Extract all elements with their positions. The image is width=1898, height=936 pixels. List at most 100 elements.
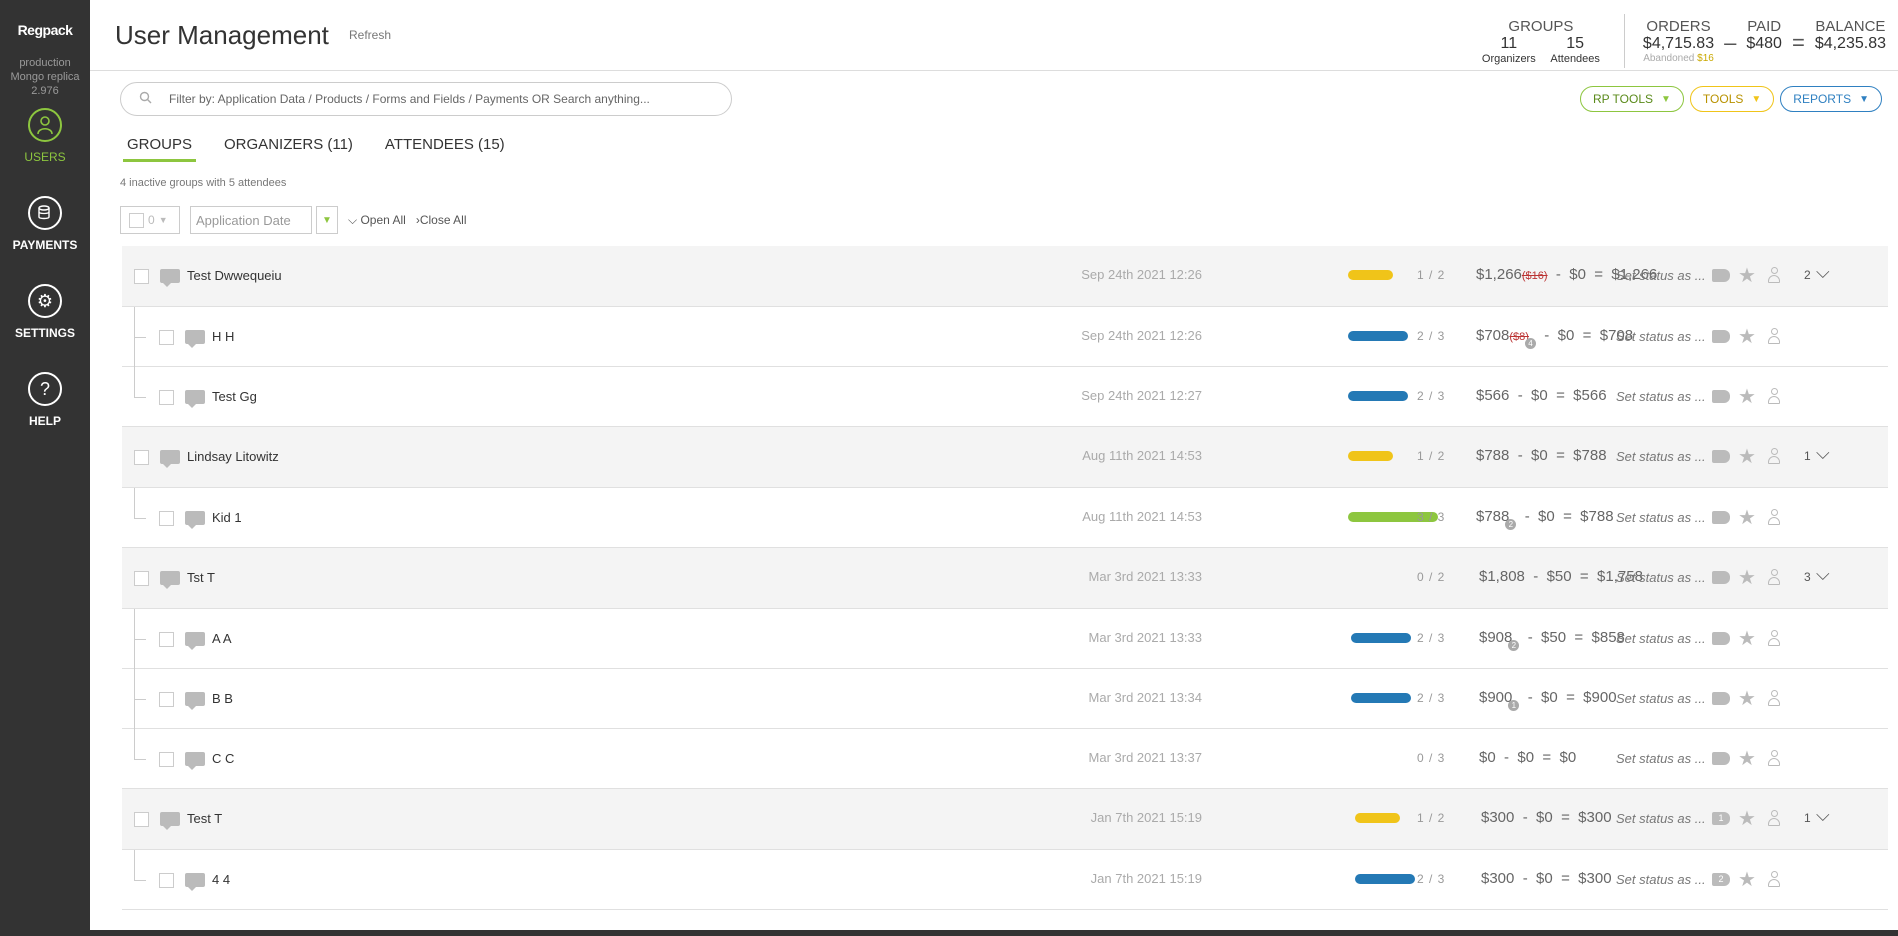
star-icon[interactable]: ★ (1738, 384, 1756, 409)
row-name[interactable]: B B (212, 691, 233, 706)
sidebar-item-payments[interactable]: PAYMENTS (0, 196, 90, 272)
chat-icon[interactable] (185, 692, 205, 710)
group-row[interactable]: Test T Jan 7th 2021 15:19 1 / 2 $300 - $0 =… (122, 789, 1888, 850)
sidebar-item-settings[interactable]: ⚙ SETTINGS (0, 284, 90, 360)
row-checkbox[interactable] (159, 752, 174, 767)
set-status-link[interactable]: Set status as ... (1616, 510, 1706, 525)
set-status-link[interactable]: Set status as ... (1616, 329, 1706, 344)
person-icon[interactable] (1768, 569, 1780, 585)
tab-organizers[interactable]: ORGANIZERS (11) (220, 136, 357, 162)
row-checkbox[interactable] (159, 632, 174, 647)
chat-icon[interactable] (185, 390, 205, 408)
person-icon[interactable] (1768, 750, 1780, 766)
row-checkbox[interactable] (159, 873, 174, 888)
chat-icon[interactable] (185, 511, 205, 529)
member-row[interactable]: C C Mar 3rd 2021 13:37 0 / 3 $0 - $0 = $0 Se… (122, 729, 1888, 789)
row-checkbox[interactable] (134, 812, 149, 827)
row-name[interactable]: Test Dwwequeiu (187, 268, 282, 283)
tag-icon[interactable] (1712, 450, 1730, 463)
row-name[interactable]: A A (212, 631, 232, 646)
person-icon[interactable] (1768, 509, 1780, 525)
star-icon[interactable]: ★ (1738, 746, 1756, 771)
member-row[interactable]: 4 4 Jan 7th 2021 15:19 2 / 3 $300 - $0 = $3… (122, 850, 1888, 910)
star-icon[interactable]: ★ (1738, 867, 1756, 892)
group-row[interactable]: Tst T Mar 3rd 2021 13:33 0 / 2 $1,808 - $50… (122, 548, 1888, 609)
tag-icon[interactable] (1712, 692, 1730, 705)
logo[interactable]: Regpack (0, 22, 90, 38)
chat-icon[interactable] (160, 571, 180, 589)
search-input[interactable] (169, 92, 689, 106)
tag-icon[interactable] (1712, 330, 1730, 343)
tag-icon[interactable] (1712, 752, 1730, 765)
chat-icon[interactable] (185, 632, 205, 650)
set-status-link[interactable]: Set status as ... (1616, 751, 1706, 766)
member-row[interactable]: H H Sep 24th 2021 12:26 2 / 3 $708($8)4 - $… (122, 307, 1888, 367)
sort-dropdown-button[interactable]: ▼ (316, 206, 338, 234)
chat-icon[interactable] (185, 873, 205, 891)
row-checkbox[interactable] (134, 571, 149, 586)
tab-groups[interactable]: GROUPS (123, 136, 197, 162)
chat-icon[interactable] (185, 752, 205, 770)
tag-icon[interactable]: 2 (1712, 873, 1730, 886)
set-status-link[interactable]: Set status as ... (1616, 449, 1706, 464)
bulk-select[interactable]: 0 ▼ (120, 206, 180, 234)
row-checkbox[interactable] (159, 692, 174, 707)
tag-icon[interactable] (1712, 571, 1730, 584)
chevron-down-icon[interactable]: ⌵ (1816, 805, 1830, 826)
person-icon[interactable] (1768, 630, 1780, 646)
set-status-link[interactable]: Set status as ... (1616, 691, 1706, 706)
row-checkbox[interactable] (159, 511, 174, 526)
row-name[interactable]: Lindsay Litowitz (187, 449, 279, 464)
member-row[interactable]: Kid 1 Aug 11th 2021 14:53 3 / 3 $7882 - $0 … (122, 488, 1888, 548)
chat-icon[interactable] (185, 330, 205, 348)
star-icon[interactable]: ★ (1738, 324, 1756, 349)
tag-icon[interactable] (1712, 269, 1730, 282)
row-name[interactable]: Kid 1 (212, 510, 242, 525)
row-name[interactable]: 4 4 (212, 872, 230, 887)
close-all-button[interactable]: ›Close All (416, 213, 467, 227)
refresh-link[interactable]: Refresh (349, 28, 391, 42)
tag-icon[interactable] (1712, 632, 1730, 645)
star-icon[interactable]: ★ (1738, 686, 1756, 711)
select-all-checkbox[interactable] (129, 212, 144, 228)
star-icon[interactable]: ★ (1738, 806, 1756, 831)
person-icon[interactable] (1768, 690, 1780, 706)
row-name[interactable]: H H (212, 329, 234, 344)
row-name[interactable]: Test T (187, 811, 222, 826)
chat-icon[interactable] (160, 450, 180, 468)
reports-button[interactable]: REPORTS ▼ (1780, 86, 1882, 112)
chevron-down-icon[interactable]: ⌵ (1816, 564, 1830, 585)
person-icon[interactable] (1768, 448, 1780, 464)
group-row[interactable]: Lindsay Litowitz Aug 11th 2021 14:53 1 / 2… (122, 427, 1888, 488)
set-status-link[interactable]: Set status as ... (1616, 872, 1706, 887)
person-icon[interactable] (1768, 871, 1780, 887)
open-all-button[interactable]: ⌵ Open All (348, 213, 406, 228)
star-icon[interactable]: ★ (1738, 263, 1756, 288)
sidebar-item-users[interactable]: USERS (0, 108, 90, 184)
row-checkbox[interactable] (159, 330, 174, 345)
star-icon[interactable]: ★ (1738, 505, 1756, 530)
set-status-link[interactable]: Set status as ... (1616, 570, 1706, 585)
tag-icon[interactable] (1712, 511, 1730, 524)
rp-tools-button[interactable]: RP TOOLS ▼ (1579, 86, 1684, 112)
chat-icon[interactable] (160, 812, 180, 830)
member-row[interactable]: Test Gg Sep 24th 2021 12:27 2 / 3 $566 - $0… (122, 367, 1888, 427)
set-status-link[interactable]: Set status as ... (1616, 631, 1706, 646)
chevron-down-icon[interactable]: ⌵ (1816, 262, 1830, 283)
tag-icon[interactable] (1712, 390, 1730, 403)
group-row[interactable]: Test Dwwequeiu Sep 24th 2021 12:26 1 / 2 $1… (122, 246, 1888, 307)
member-row[interactable]: A A Mar 3rd 2021 13:33 2 / 3 $9082 - $50 = … (122, 609, 1888, 669)
tab-attendees[interactable]: ATTENDEES (15) (381, 136, 509, 162)
member-row[interactable]: B B Mar 3rd 2021 13:34 2 / 3 $9001 - $0 = $… (122, 669, 1888, 729)
set-status-link[interactable]: Set status as ... (1616, 811, 1706, 826)
person-icon[interactable] (1768, 328, 1780, 344)
tools-button[interactable]: TOOLS ▼ (1689, 86, 1775, 112)
chevron-down-icon[interactable]: ⌵ (1816, 443, 1830, 464)
row-checkbox[interactable] (159, 390, 174, 405)
chat-icon[interactable] (160, 269, 180, 287)
row-name[interactable]: Test Gg (212, 389, 257, 404)
person-icon[interactable] (1768, 388, 1780, 404)
star-icon[interactable]: ★ (1738, 444, 1756, 469)
row-checkbox[interactable] (134, 450, 149, 465)
row-name[interactable]: Tst T (187, 570, 215, 585)
